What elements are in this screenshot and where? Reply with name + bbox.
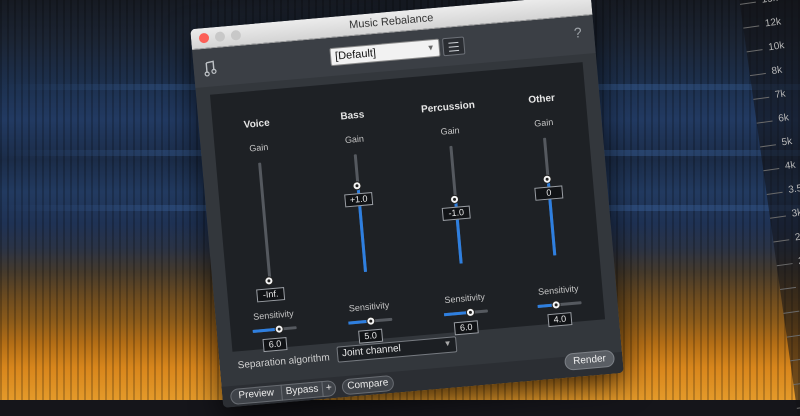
frequency-tick xyxy=(780,287,796,290)
frequency-label: 6k xyxy=(778,112,790,124)
channel-percussion: Percussion Gain -1.0 Sensitivity 6.0 xyxy=(405,71,506,327)
gain-label: Gain xyxy=(503,114,584,131)
frequency-tick xyxy=(743,25,759,28)
sensitivity-value[interactable]: 4.0 xyxy=(547,312,572,327)
sensitivity-slider-knob[interactable] xyxy=(275,324,285,334)
gain-value[interactable]: +1.0 xyxy=(344,192,373,207)
channel-other: Other Gain 0 Sensitivity 4.0 xyxy=(499,63,600,319)
frequency-tick xyxy=(777,263,793,266)
frequency-tick xyxy=(770,216,786,219)
frequency-label: 15k xyxy=(761,0,778,6)
channel-panel: Voice Gain -Inf. Sensitivity 6.0 Bass Ga… xyxy=(210,62,605,352)
frequency-tick xyxy=(773,239,789,242)
sensitivity-label: Sensitivity xyxy=(329,298,410,315)
gain-fader[interactable] xyxy=(258,163,271,281)
gain-label: Gain xyxy=(410,123,491,140)
compare-button[interactable]: Compare xyxy=(341,375,394,395)
sensitivity-label: Sensitivity xyxy=(518,282,599,299)
gain-value[interactable]: -Inf. xyxy=(256,287,285,302)
frequency-label: 5k xyxy=(781,136,793,148)
frequency-tick xyxy=(753,97,769,100)
gain-fader-knob[interactable] xyxy=(352,181,362,191)
preview-button[interactable]: Preview xyxy=(230,385,283,405)
channel-bass: Bass Gain +1.0 Sensitivity 5.0 xyxy=(310,79,411,335)
frequency-label: 7k xyxy=(774,88,786,100)
sensitivity-slider-knob[interactable] xyxy=(366,316,376,326)
sensitivity-slider-knob[interactable] xyxy=(466,307,476,317)
gain-fader-knob[interactable] xyxy=(450,195,460,205)
module-icon[interactable] xyxy=(203,60,218,77)
sensitivity-slider[interactable] xyxy=(444,309,488,316)
frequency-tick xyxy=(763,168,779,171)
chevron-down-icon: ▼ xyxy=(426,43,435,52)
channel-name: Bass xyxy=(312,107,393,125)
preset-menu-button[interactable] xyxy=(442,36,465,56)
channel-name: Voice xyxy=(216,115,297,133)
sensitivity-value[interactable]: 5.0 xyxy=(358,329,383,344)
frequency-label: 4k xyxy=(784,160,796,172)
help-icon[interactable]: ? xyxy=(573,24,582,41)
frequency-tick xyxy=(750,73,766,76)
gain-fader-knob[interactable] xyxy=(542,175,552,185)
frequency-tick xyxy=(760,144,776,147)
chevron-down-icon: ▼ xyxy=(443,339,452,349)
frequency-label: 3.5k xyxy=(788,182,800,196)
sensitivity-label: Sensitivity xyxy=(424,290,505,307)
gain-fader-knob[interactable] xyxy=(264,276,274,286)
frequency-label: 3k xyxy=(791,207,800,219)
gain-fader[interactable] xyxy=(449,146,462,264)
sensitivity-slider[interactable] xyxy=(253,326,297,333)
channel-name: Percussion xyxy=(408,99,489,117)
sensitivity-value[interactable]: 6.0 xyxy=(262,337,287,352)
gain-fader[interactable] xyxy=(354,154,367,272)
frequency-tick xyxy=(783,311,799,314)
channel-name: Other xyxy=(501,90,582,108)
frequency-label: 2.5k xyxy=(794,230,800,244)
bypass-button[interactable]: Bypass xyxy=(281,381,324,401)
preset-dropdown[interactable]: [Default] ▼ xyxy=(329,39,440,67)
sensitivity-slider-knob[interactable] xyxy=(551,300,561,310)
sensitivity-label: Sensitivity xyxy=(233,307,314,324)
music-rebalance-dialog: Music Rebalance [Default] ▼ ? xyxy=(190,0,624,408)
dialog-body: [Default] ▼ ? Voice Gain -Inf. Sensitivi… xyxy=(192,15,624,408)
gain-value[interactable]: 0 xyxy=(534,186,563,201)
sensitivity-slider[interactable] xyxy=(348,318,392,325)
gain-label: Gain xyxy=(219,139,300,156)
frequency-label: 8k xyxy=(771,65,783,77)
frequency-label: 10k xyxy=(768,40,785,53)
frequency-tick xyxy=(793,382,800,385)
frequency-tick xyxy=(740,2,756,5)
frequency-tick xyxy=(757,120,773,123)
separation-algorithm-label: Separation algorithm xyxy=(237,352,330,371)
frequency-label: 12k xyxy=(764,16,781,29)
gain-label: Gain xyxy=(314,131,395,148)
frequency-tick xyxy=(767,192,783,195)
separation-algorithm-value: Joint channel xyxy=(342,343,402,359)
gain-value[interactable]: -1.0 xyxy=(442,206,471,221)
add-compare-button[interactable]: + xyxy=(321,380,336,397)
sensitivity-slider[interactable] xyxy=(538,301,582,308)
frequency-tick xyxy=(790,358,800,361)
frequency-tick xyxy=(747,49,763,52)
channel-voice: Voice Gain -Inf. Sensitivity 6.0 xyxy=(214,87,315,343)
preset-value: [Default] xyxy=(335,47,377,63)
sensitivity-value[interactable]: 6.0 xyxy=(454,320,479,335)
frequency-tick xyxy=(787,334,800,337)
